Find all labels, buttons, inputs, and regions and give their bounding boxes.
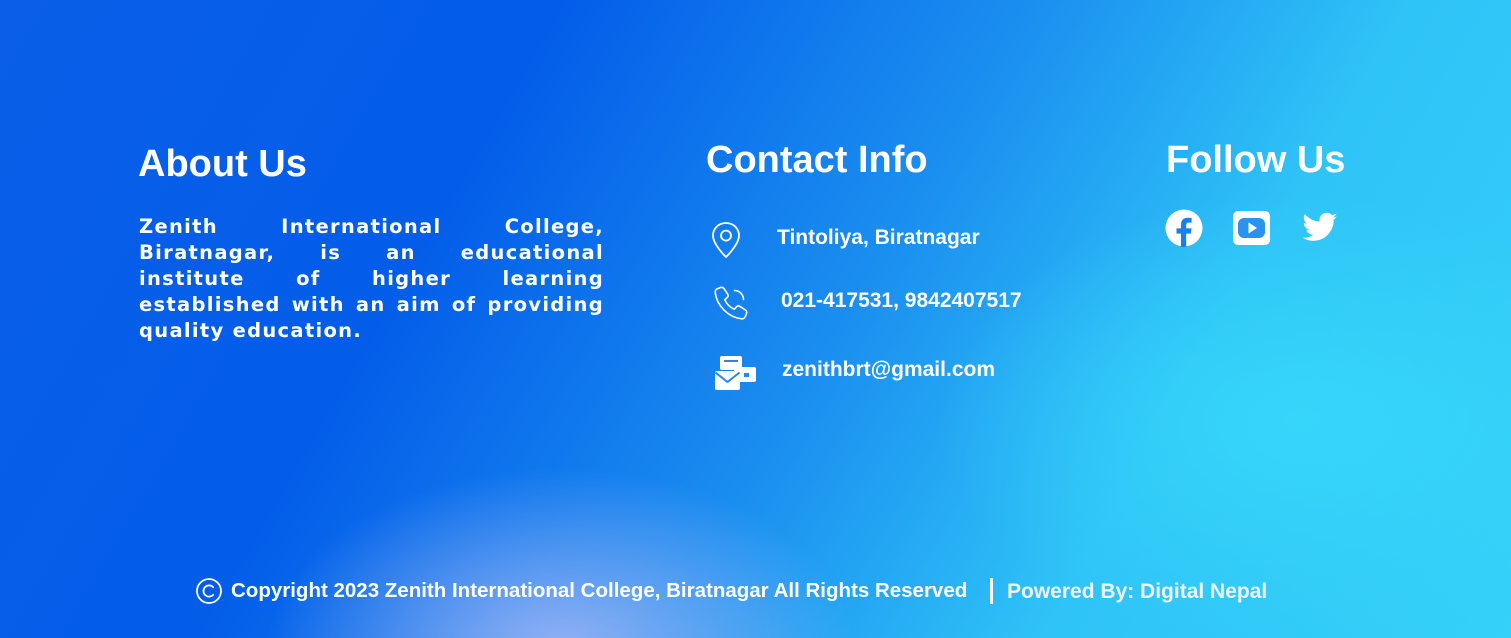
facebook-icon[interactable]	[1165, 209, 1203, 252]
location-pin-icon	[708, 220, 744, 265]
about-title: About Us	[138, 143, 307, 185]
contact-title: Contact Info	[706, 139, 928, 181]
twitter-icon[interactable]	[1300, 209, 1340, 252]
site-footer: About Us Zenith International College, B…	[0, 0, 1511, 638]
copyright-icon	[195, 577, 223, 610]
phone-icon	[712, 284, 750, 327]
contact-phone: 021-417531, 9842407517	[781, 289, 1022, 312]
youtube-icon[interactable]	[1232, 209, 1272, 252]
contact-address: Tintoliya, Biratnagar	[777, 226, 980, 249]
divider	[990, 578, 993, 604]
copyright-text: Copyright 2023 Zenith International Coll…	[231, 579, 968, 602]
contact-email[interactable]: zenithbrt@gmail.com	[782, 357, 995, 383]
mail-icon	[714, 354, 758, 399]
follow-title: Follow Us	[1166, 139, 1346, 181]
about-description: Zenith International College, Biratnagar…	[139, 215, 604, 342]
powered-by-link[interactable]: Powered By: Digital Nepal	[1007, 579, 1267, 605]
